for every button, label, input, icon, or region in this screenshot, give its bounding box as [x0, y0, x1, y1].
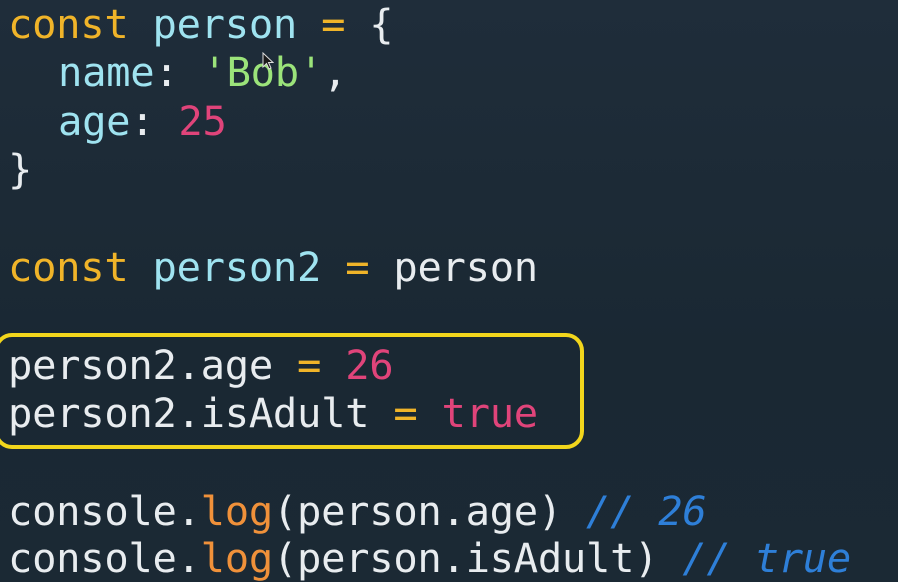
code-line-9: person2.isAdult = true	[8, 389, 538, 437]
code-editor: const person = { name: 'Bob', age: 25 } …	[0, 0, 898, 582]
code-line-12: console.log(person.isAdult) // true	[8, 534, 851, 582]
code-token-kw: const	[8, 243, 129, 291]
code-token-op: =	[297, 341, 322, 389]
code-token-op: =	[321, 0, 346, 48]
code-token-plain: console.	[8, 534, 201, 582]
code-line-8: person2.age = 26	[8, 341, 394, 389]
code-token-plain: (person.isAdult)	[272, 534, 659, 582]
code-token-num: 26	[345, 341, 394, 389]
code-token-plain: person2.isAdult	[8, 389, 370, 437]
code-line-3: age: 25	[8, 97, 227, 145]
code-token-op: =	[345, 243, 370, 291]
code-line-4: }	[8, 145, 32, 193]
code-token-plain: :	[154, 48, 203, 96]
code-token-num: 25	[178, 97, 227, 145]
code-line-6: const person2 = person	[8, 243, 538, 291]
code-token-plain: person	[369, 243, 538, 291]
code-line-11: console.log(person.age) // 26	[8, 487, 707, 535]
code-token-fn: log	[200, 534, 274, 582]
code-token-plain: person2.age	[8, 341, 273, 389]
code-line-2: name: 'Bob',	[8, 48, 347, 96]
mouse-pointer-icon	[262, 52, 274, 70]
code-token-plain: {	[345, 0, 394, 48]
code-token-op: =	[393, 389, 418, 437]
code-token-plain: }	[8, 145, 33, 193]
code-token-var: person2	[152, 243, 322, 291]
code-token-kw: const	[8, 0, 129, 48]
code-token-var: name	[58, 48, 155, 96]
code-token-var: age	[58, 97, 131, 145]
code-token-plain: :	[130, 97, 179, 145]
code-line-1: const person = {	[8, 0, 394, 48]
code-token-cmt: // true	[682, 534, 851, 582]
code-token-plain: (person.age)	[272, 487, 562, 535]
code-token-plain: console.	[8, 487, 201, 535]
code-token-var: person	[152, 0, 298, 48]
code-token-fn: log	[200, 487, 274, 535]
code-token-cmt: // 26	[586, 487, 707, 535]
code-token-num: true	[441, 389, 539, 437]
code-token-plain: ,	[322, 48, 348, 96]
